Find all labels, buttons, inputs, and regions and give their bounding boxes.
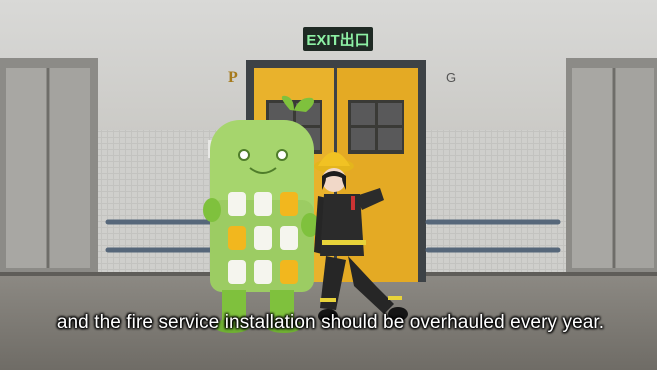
video-subtitle: and the fire service installation should… (56, 312, 605, 333)
exit-sign-text: EXIT出口 (306, 31, 369, 49)
video-frame: EXIT出口 P G and the fire service installa… (0, 0, 657, 370)
right-lift-door (566, 58, 657, 272)
floor-letter-right: G (446, 70, 456, 85)
left-lift-door (0, 58, 98, 272)
exit-sign: EXIT出口 (303, 27, 373, 51)
floor-letter-left: P (228, 69, 238, 86)
